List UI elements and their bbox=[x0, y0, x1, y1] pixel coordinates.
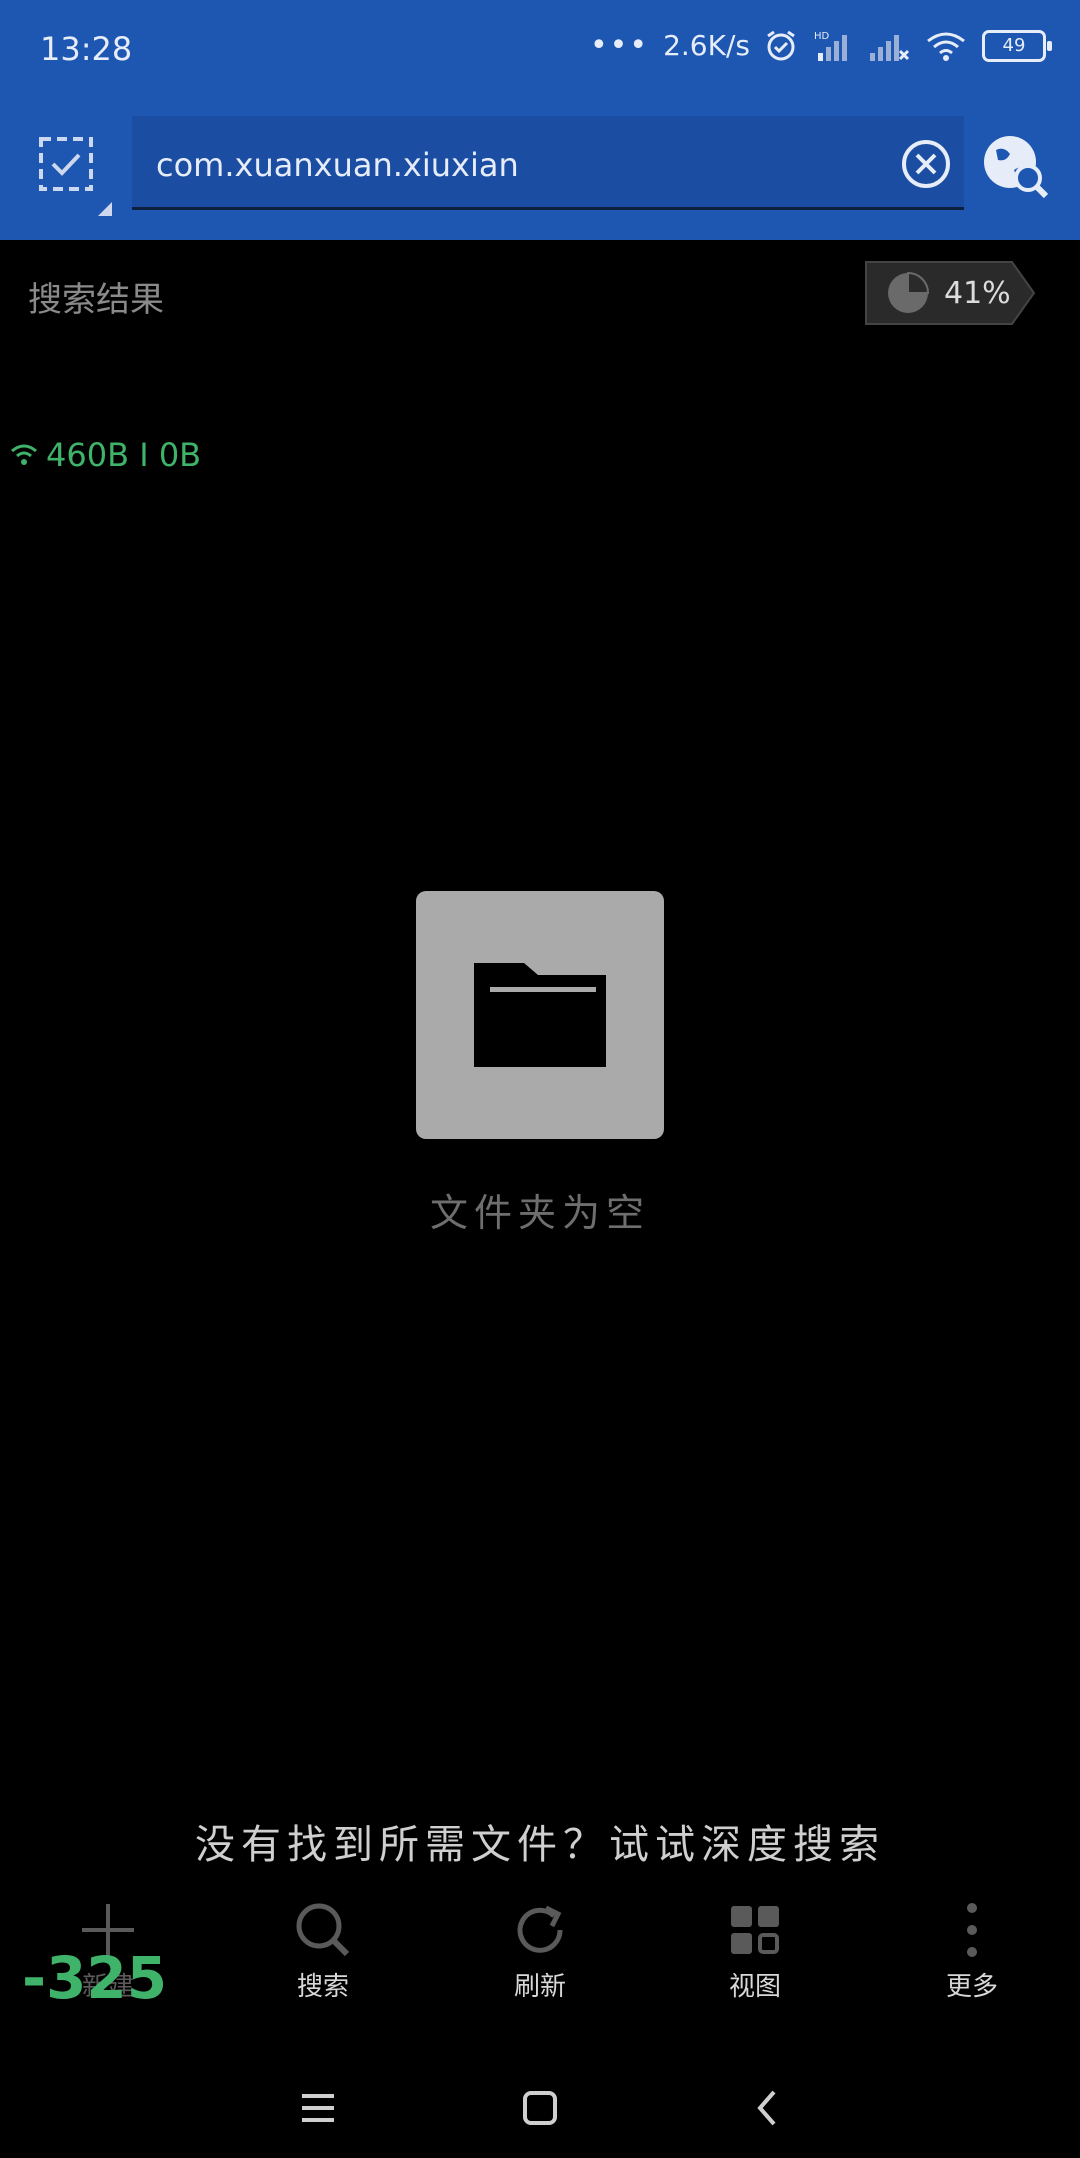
battery-level: 49 bbox=[1002, 35, 1026, 56]
status-time: 13:28 bbox=[40, 30, 133, 68]
wifi-icon bbox=[927, 32, 965, 61]
select-checkbox-icon bbox=[39, 137, 93, 191]
search-button[interactable]: 搜索 bbox=[243, 1890, 403, 2020]
refresh-button[interactable]: 刷新 bbox=[460, 1890, 620, 2020]
more-notifications-icon: ••• bbox=[589, 28, 650, 63]
storage-usage-badge[interactable]: 41% bbox=[862, 260, 1036, 326]
svg-text:HD: HD bbox=[814, 31, 830, 42]
clear-icon[interactable] bbox=[900, 138, 952, 190]
search-icon bbox=[296, 1903, 350, 1957]
search-toolbar bbox=[0, 104, 1080, 240]
folder-icon bbox=[474, 963, 606, 1067]
search-input[interactable] bbox=[154, 142, 858, 188]
status-bar: 13:28 ••• 2.6K/s HD 49 bbox=[0, 0, 1080, 104]
refresh-icon bbox=[517, 1905, 563, 1953]
refresh-label: 刷新 bbox=[513, 1972, 566, 2002]
dropdown-corner-icon bbox=[98, 202, 112, 216]
net-speed-text: 460B I 0B bbox=[46, 436, 202, 474]
battery-icon: 49 bbox=[982, 29, 1052, 62]
net-speed-overlay: 460B I 0B bbox=[10, 436, 201, 474]
empty-folder-text: 文件夹为空 bbox=[429, 1191, 650, 1235]
home-icon[interactable] bbox=[510, 2080, 570, 2136]
view-label: 视图 bbox=[728, 1972, 781, 2002]
wifi-small-icon bbox=[11, 444, 37, 465]
grid-view-icon bbox=[731, 1906, 779, 1954]
status-icons: ••• 2.6K/s HD 49 bbox=[589, 28, 1052, 63]
more-vertical-icon bbox=[967, 1903, 977, 1957]
menu-icon[interactable] bbox=[288, 2080, 348, 2136]
alarm-icon bbox=[767, 30, 795, 60]
counter-overlay: -325 bbox=[22, 1944, 168, 2012]
storage-percent: 41% bbox=[944, 276, 1011, 311]
signal-hd-icon: HD bbox=[814, 31, 847, 61]
more-button[interactable]: 更多 bbox=[892, 1890, 1052, 2020]
more-label: 更多 bbox=[945, 1972, 998, 2002]
search-results-label: 搜索结果 bbox=[28, 280, 164, 320]
signal-no-service-icon bbox=[870, 34, 910, 61]
search-label: 搜索 bbox=[296, 1972, 349, 2002]
network-speed: 2.6K/s bbox=[663, 29, 750, 62]
back-icon[interactable] bbox=[738, 2080, 798, 2136]
web-search-icon[interactable] bbox=[980, 132, 1050, 202]
select-mode-button[interactable] bbox=[38, 136, 94, 192]
deep-search-link[interactable]: 没有找到所需文件？试试深度搜索 bbox=[0, 1812, 1080, 1870]
view-button[interactable]: 视图 bbox=[675, 1890, 835, 2020]
empty-folder-illustration bbox=[416, 891, 664, 1139]
pie-chart-icon bbox=[888, 271, 930, 313]
search-box bbox=[132, 116, 964, 210]
system-nav-bar bbox=[0, 2058, 1080, 2158]
